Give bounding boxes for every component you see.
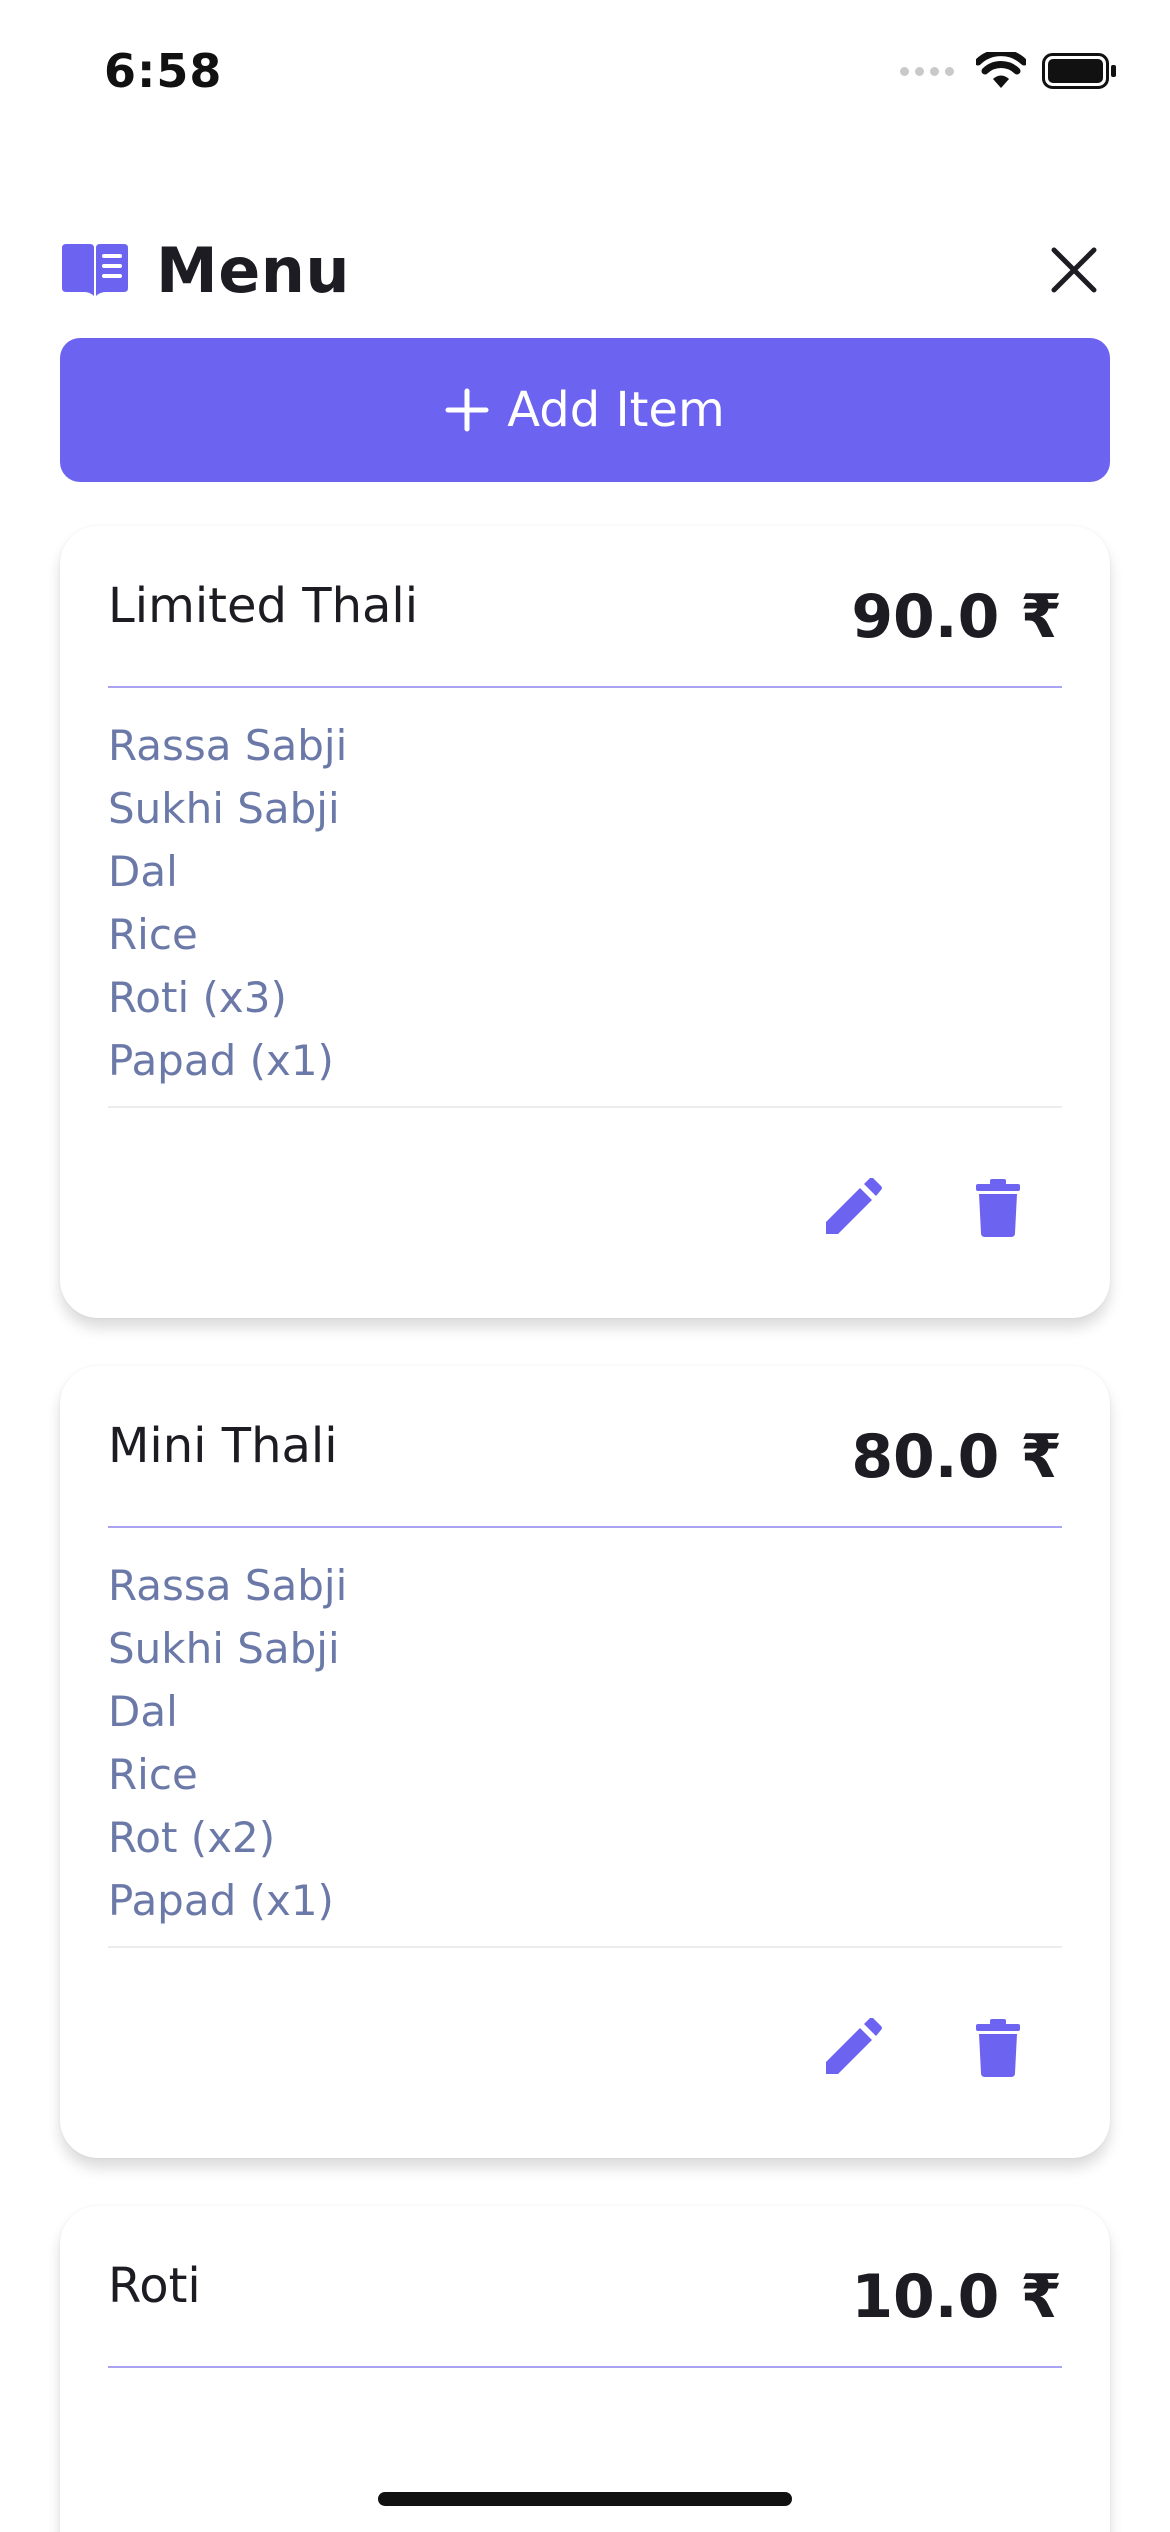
add-item-button[interactable]: Add Item xyxy=(60,338,1110,482)
list-item: Rassa Sabji xyxy=(108,1561,348,1610)
trash-icon xyxy=(976,2019,1020,2077)
menu-screen: 6:58 Menu Add Item Limited Thali 90.0 ₹ … xyxy=(0,0,1170,2532)
list-item: Roti (x3) xyxy=(108,973,287,1022)
menu-item-name: Mini Thali xyxy=(108,1418,338,1474)
list-item: Sukhi Sabji xyxy=(108,1624,340,1673)
cellular-signal-icon xyxy=(900,66,954,76)
menu-item-contents: Rassa Sabji Sukhi Sabji Dal Rice Rot (x2… xyxy=(60,1528,1110,1946)
delete-button[interactable] xyxy=(958,2008,1038,2088)
close-button[interactable] xyxy=(1038,234,1110,306)
card-divider xyxy=(108,2366,1062,2368)
list-item: Rot (x2) xyxy=(108,1813,276,1862)
card-actions xyxy=(60,1108,1110,1318)
menu-item-price: 80.0 ₹ xyxy=(851,1422,1062,1492)
card-actions xyxy=(60,1948,1110,2158)
header: Menu xyxy=(60,230,1110,310)
list-item: Sukhi Sabji xyxy=(108,784,340,833)
list-item: Dal xyxy=(108,1687,178,1736)
menu-card: Mini Thali 80.0 ₹ Rassa Sabji Sukhi Sabj… xyxy=(60,1366,1110,2158)
plus-icon xyxy=(445,388,489,432)
menu-item-price: 10.0 ₹ xyxy=(851,2262,1062,2332)
menu-item-name: Limited Thali xyxy=(108,578,419,634)
list-item: Rice xyxy=(108,1750,198,1799)
status-icons xyxy=(900,52,1118,90)
add-item-label: Add Item xyxy=(507,382,725,438)
status-bar: 6:58 xyxy=(0,0,1170,150)
close-icon xyxy=(1051,247,1097,293)
edit-button[interactable] xyxy=(812,2008,892,2088)
wifi-icon xyxy=(976,52,1026,88)
delete-button[interactable] xyxy=(958,1168,1038,1248)
menu-card: Roti 10.0 ₹ xyxy=(60,2206,1110,2532)
menu-item-contents: Rassa Sabji Sukhi Sabji Dal Rice Roti (x… xyxy=(60,688,1110,1106)
edit-button[interactable] xyxy=(812,1168,892,1248)
list-item: Rassa Sabji xyxy=(108,721,348,770)
page-title: Menu xyxy=(156,233,351,307)
list-item: Rice xyxy=(108,910,198,959)
list-item: Dal xyxy=(108,847,178,896)
pencil-icon xyxy=(826,1178,882,1234)
list-item: Papad (x1) xyxy=(108,1036,334,1085)
pencil-icon xyxy=(826,2018,882,2074)
battery-icon xyxy=(1042,53,1116,89)
menu-item-name: Roti xyxy=(108,2258,201,2314)
status-time: 6:58 xyxy=(104,44,223,98)
open-book-icon xyxy=(62,244,128,296)
home-indicator[interactable] xyxy=(378,2492,792,2506)
menu-card: Limited Thali 90.0 ₹ Rassa Sabji Sukhi S… xyxy=(60,526,1110,1318)
trash-icon xyxy=(976,1179,1020,1237)
list-item: Papad (x1) xyxy=(108,1876,334,1925)
menu-item-price: 90.0 ₹ xyxy=(851,582,1062,652)
